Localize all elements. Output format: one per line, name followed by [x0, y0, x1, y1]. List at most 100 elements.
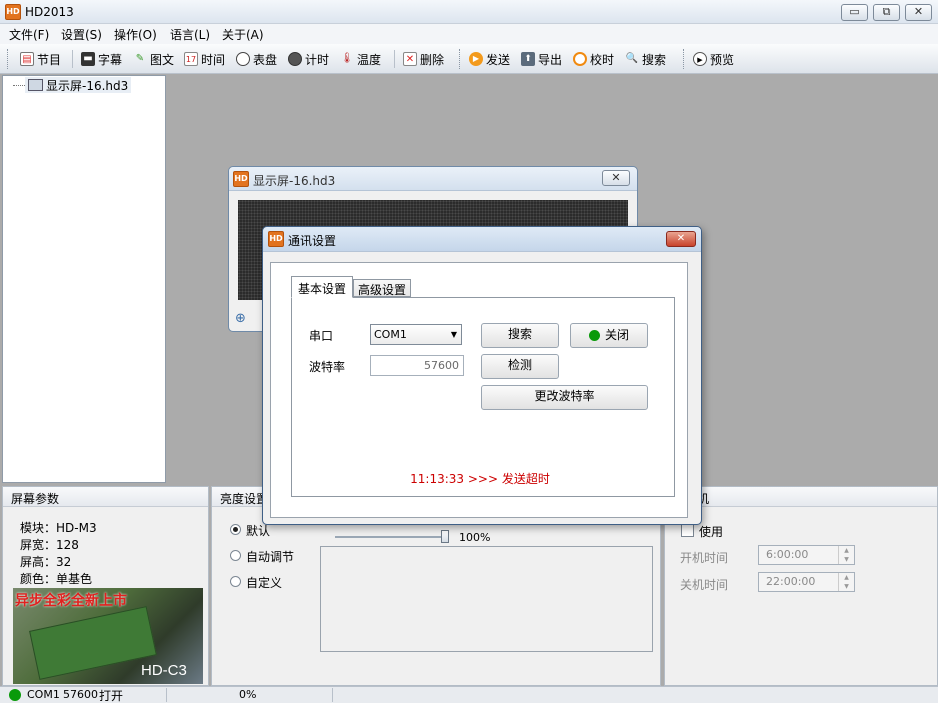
- color-line: 颜色：单基色: [20, 572, 93, 586]
- delete-button[interactable]: ✕ 删除: [403, 50, 444, 68]
- program-button[interactable]: ▤ 节目: [20, 50, 61, 68]
- status-progress: 0%: [239, 688, 257, 701]
- width-line: 屏宽：128: [20, 538, 79, 552]
- toolbar: ▤ 节目 ▬ 字幕 ✎ 图文 17 时间 表盘 计时 🌡 温度 ✕ 删除 ▶ 发…: [0, 44, 938, 74]
- graphic-button[interactable]: ✎ 图文: [133, 50, 174, 68]
- tab-advanced[interactable]: 高级设置: [353, 279, 412, 297]
- screen-params-header: 屏幕参数: [3, 487, 208, 507]
- connection-status-icon: [9, 689, 21, 701]
- port-close-button[interactable]: 关闭: [570, 323, 648, 348]
- module-line: 模块：HD-M3: [20, 521, 97, 535]
- toolbar-grip[interactable]: [683, 49, 686, 69]
- toolbar-grip[interactable]: [459, 49, 462, 69]
- pencil-icon: ✎: [135, 53, 145, 64]
- dialog-title: 通讯设置: [288, 234, 337, 248]
- status-baud: 57600: [63, 688, 98, 701]
- port-label: 串口: [309, 329, 334, 343]
- radio-custom[interactable]: [230, 576, 241, 587]
- height-line: 屏高：32: [20, 555, 72, 569]
- baud-field[interactable]: 57600: [370, 355, 464, 376]
- tab-basic[interactable]: 基本设置: [291, 276, 354, 298]
- radio-auto[interactable]: [230, 550, 241, 561]
- port-search-button[interactable]: 搜索: [481, 323, 559, 348]
- status-dot-icon: [588, 330, 600, 341]
- delete-icon: ✕: [403, 52, 417, 66]
- circuit-board-graphic: [29, 606, 157, 680]
- restore-button[interactable]: ⧉: [873, 4, 900, 21]
- toolbar-separator: [394, 50, 395, 68]
- radio-default[interactable]: [230, 524, 241, 535]
- app-icon: HD: [5, 4, 21, 20]
- port-select[interactable]: COM1 ▼: [370, 324, 462, 345]
- chevron-down-icon: ▼: [450, 330, 457, 339]
- calibrate-button[interactable]: 校时: [573, 50, 614, 68]
- project-tree: 显示屏-16.hd3: [2, 75, 166, 483]
- minimize-button[interactable]: ▭: [841, 4, 868, 21]
- menu-about[interactable]: 关于(A): [222, 26, 264, 43]
- dialog-titlebar: HD 通讯设置 ✕: [263, 227, 701, 252]
- dialog-close-button[interactable]: ✕: [666, 231, 696, 247]
- product-banner-image: 异步全彩全新上市 HD-C3: [13, 588, 203, 684]
- send-button[interactable]: ▶ 发送: [469, 50, 510, 68]
- power-panel: 开关机 使用 开机时间 6:00:00 ▲▼ 关机时间 22:00:00 ▲▼: [664, 486, 938, 686]
- program-icon: ▤: [20, 52, 34, 66]
- dialog-icon: HD: [268, 231, 284, 247]
- menu-file[interactable]: 文件(F): [9, 26, 49, 43]
- option-custom-label: 自定义: [246, 576, 283, 590]
- screen-window-close-button[interactable]: ✕: [602, 170, 630, 186]
- play-icon: ▶: [693, 52, 707, 66]
- search-icon: 🔍: [625, 53, 639, 64]
- brightness-value: 100%: [459, 531, 491, 544]
- search-button[interactable]: 🔍 搜索: [625, 50, 666, 68]
- screen-window-titlebar: HD 显示屏-16.hd3 ✕: [229, 167, 637, 191]
- change-baud-button[interactable]: 更改波特率: [481, 385, 648, 410]
- export-button[interactable]: ⬆ 导出: [521, 50, 562, 68]
- zoom-in-icon[interactable]: ⊕: [235, 311, 246, 326]
- preview-button[interactable]: ▶ 预览: [693, 50, 734, 68]
- menu-language[interactable]: 语言(L): [170, 26, 210, 43]
- brightness-slider-thumb[interactable]: [441, 530, 449, 543]
- status-bar: COM1 57600 打开 0%: [0, 686, 938, 703]
- screen-window-title: 显示屏-16.hd3: [253, 174, 336, 188]
- use-label: 使用: [699, 525, 724, 539]
- custom-brightness-group: [320, 546, 653, 652]
- power-on-spinner[interactable]: ▲ ▼: [838, 546, 854, 564]
- clock-dial-icon: [236, 52, 250, 66]
- monitor-icon: [28, 79, 43, 91]
- close-button[interactable]: ✕: [905, 4, 932, 21]
- power-off-label: 关机时间: [680, 578, 729, 592]
- send-icon: ▶: [469, 52, 483, 66]
- detect-button[interactable]: 检测: [481, 354, 559, 379]
- subtitle-button[interactable]: ▬ 字幕: [81, 50, 122, 68]
- status-state: 打开: [99, 689, 124, 703]
- clock-icon: [573, 52, 587, 66]
- brightness-slider-track: [335, 536, 445, 538]
- timer-button[interactable]: 计时: [288, 50, 329, 68]
- use-power-checkbox[interactable]: [681, 524, 694, 537]
- menu-operation[interactable]: 操作(O): [114, 26, 157, 43]
- option-auto-label: 自动调节: [246, 550, 295, 564]
- toolbar-grip[interactable]: [7, 49, 10, 69]
- comm-settings-dialog: HD 通讯设置 ✕ 基本设置 高级设置 串口 COM1 ▼ 波特率 57600 …: [262, 226, 702, 525]
- time-button[interactable]: 17 时间: [184, 50, 225, 68]
- screen-params-panel: 屏幕参数 模块：HD-M3 屏宽：128 屏高：32 颜色：单基色 异步全彩全新…: [2, 486, 209, 686]
- temperature-button[interactable]: 🌡 温度: [340, 50, 381, 68]
- title-bar: HD HD2013 ▭ ⧉ ✕: [0, 0, 938, 24]
- export-icon: ⬆: [521, 52, 535, 66]
- window-title: HD2013: [25, 5, 74, 19]
- dialog-body: 基本设置 高级设置 串口 COM1 ▼ 波特率 57600 搜索 关闭 检测 更…: [270, 262, 688, 518]
- status-divider: [332, 688, 333, 702]
- status-port: COM1: [27, 688, 60, 701]
- power-off-spinner[interactable]: ▲ ▼: [838, 573, 854, 591]
- screen-window-icon: HD: [233, 171, 249, 187]
- calendar-icon: 17: [184, 52, 198, 66]
- status-message: 11:13:33 >>> 发送超时: [410, 472, 550, 486]
- card-model-label: HD-C3: [141, 662, 187, 679]
- banner-text: 异步全彩全新上市: [15, 593, 127, 609]
- thermometer-icon: 🌡: [340, 53, 354, 64]
- status-divider: [166, 688, 167, 702]
- subtitle-icon: ▬: [81, 52, 95, 66]
- tree-item-screen[interactable]: 显示屏-16.hd3: [25, 77, 132, 93]
- dial-button[interactable]: 表盘: [236, 50, 277, 68]
- menu-settings[interactable]: 设置(S): [61, 26, 102, 43]
